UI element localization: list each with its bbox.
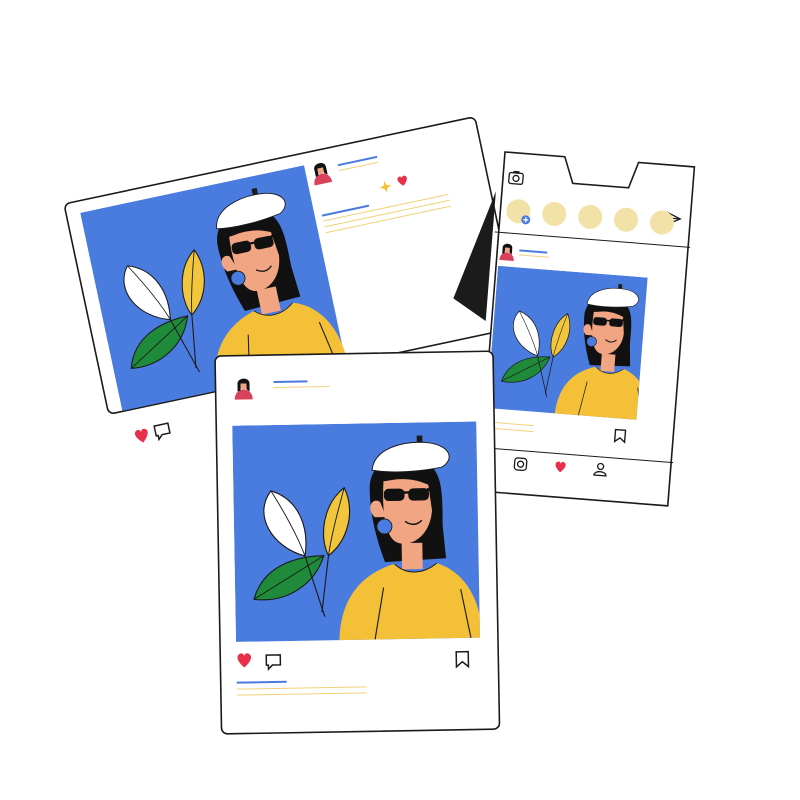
comment-icon[interactable] bbox=[153, 422, 171, 442]
front-post-card bbox=[214, 350, 501, 735]
social-post-illustration bbox=[64, 116, 696, 735]
heart-icon[interactable] bbox=[134, 427, 150, 444]
phone-post-photo bbox=[486, 265, 648, 422]
front-post-photo bbox=[232, 421, 481, 643]
